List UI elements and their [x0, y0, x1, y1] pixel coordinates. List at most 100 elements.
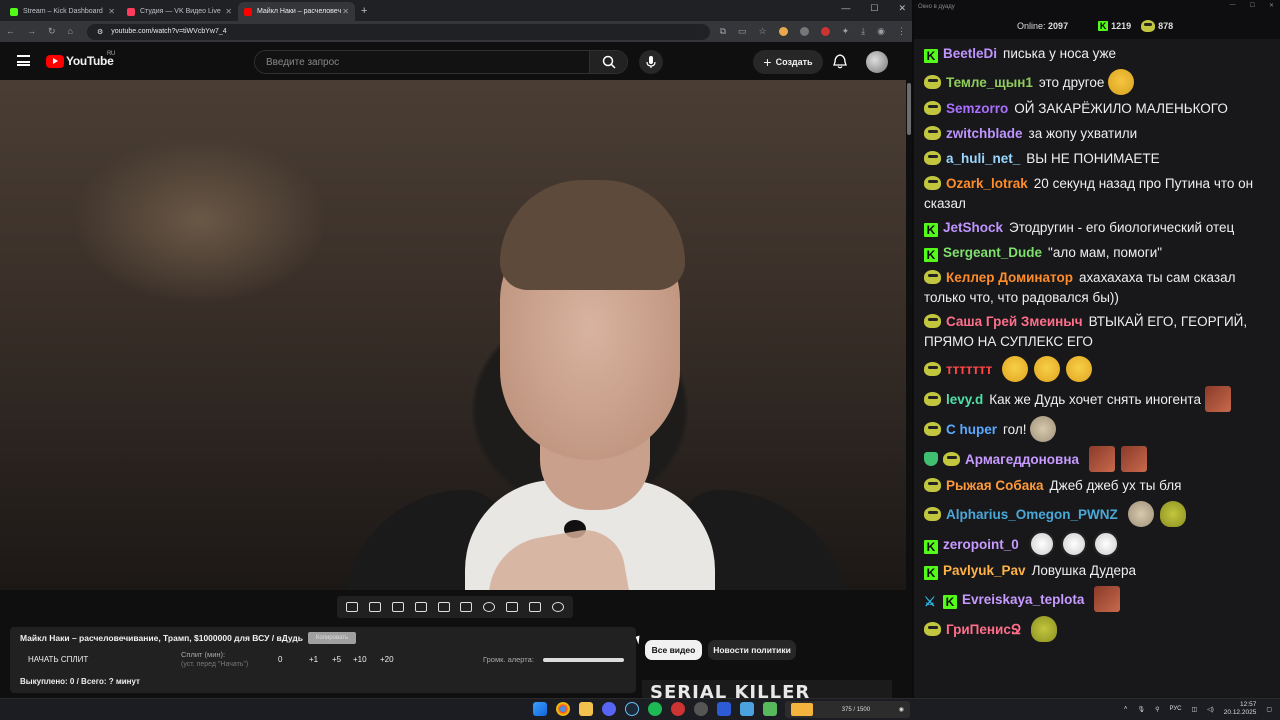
pip-icon[interactable] [437, 602, 450, 612]
extension-icon[interactable] [820, 27, 830, 36]
profile-icon[interactable]: ◉ [877, 26, 885, 37]
menu-icon[interactable]: ⋮ [897, 26, 906, 37]
extensions-icon[interactable]: ✦ [842, 26, 850, 37]
audio-icon[interactable] [369, 602, 382, 612]
camera-icon[interactable] [528, 602, 541, 612]
chip-politics-news[interactable]: Новости политики [708, 640, 796, 660]
minimize-icon[interactable]: — [1230, 2, 1236, 9]
volume-icon[interactable]: ◁) [1207, 706, 1214, 713]
chat-username[interactable]: Evreiskaya_teplota [962, 592, 1084, 607]
chat-username[interactable]: Ozark_lotrak [946, 176, 1028, 191]
new-tab-button[interactable]: + [361, 5, 367, 17]
chat-username[interactable]: JetShock [943, 220, 1003, 235]
network-icon[interactable]: ◫ [1191, 706, 1197, 713]
chrome-icon[interactable] [556, 702, 570, 716]
recommended-thumbnail[interactable]: SERIAL KILLER [642, 680, 892, 698]
start-split-button[interactable]: НАЧАТЬ СПЛИТ [28, 655, 88, 664]
maximize-icon[interactable]: ☐ [870, 3, 878, 14]
alert-volume-slider[interactable] [543, 658, 624, 662]
windows-start-icon[interactable] [533, 702, 547, 716]
voice-search-button[interactable] [639, 50, 663, 74]
search-input[interactable]: Введите запрос [255, 51, 589, 73]
chat-username[interactable]: Semzorro [946, 101, 1008, 116]
chat-username[interactable]: ттттттт [946, 362, 992, 377]
back-icon[interactable]: ← [6, 26, 15, 37]
close-icon[interactable]: ✕ [225, 7, 232, 16]
close-window-icon[interactable]: ✕ [898, 3, 906, 14]
clock[interactable]: 12:57 20.12.2025 [1224, 701, 1257, 717]
chip-all-videos[interactable]: Все видео [645, 640, 702, 660]
notifications-bell-icon[interactable] [833, 54, 847, 69]
avatar[interactable] [866, 51, 888, 73]
tab-kick[interactable]: Stream – Kick Dashboard ✕ [4, 2, 121, 21]
discord-icon[interactable] [602, 702, 616, 716]
chat-username[interactable]: Pavlyuk_Pav [943, 563, 1026, 578]
maximize-icon[interactable]: ☐ [1250, 2, 1255, 9]
add-5-button[interactable]: +5 [332, 655, 341, 664]
chat-username[interactable]: Alpharius_Omegon_PWNZ [946, 507, 1118, 522]
notification-icon[interactable]: ▢ [1266, 706, 1272, 713]
now-playing-widget[interactable]: 375 / 1500 ◉ [785, 701, 910, 718]
chat-username[interactable]: Sergeant_Dude [943, 245, 1042, 260]
microphone-icon[interactable]: 🎙 [1137, 706, 1145, 713]
minimize-icon[interactable]: — [841, 3, 850, 14]
cast-icon[interactable]: ▭ [738, 26, 747, 37]
copy-button[interactable]: Копировать [308, 632, 356, 644]
star-icon[interactable]: ☆ [759, 26, 767, 37]
create-button[interactable]: + Создать [753, 50, 823, 74]
chat-username[interactable]: levy.d [946, 392, 983, 407]
player-icon[interactable] [717, 702, 731, 716]
frame-icon[interactable] [460, 602, 473, 612]
add-1-button[interactable]: +1 [309, 655, 318, 664]
chat-username[interactable]: C huper [946, 422, 997, 437]
chat-messages[interactable]: K BeetleDi писька у носа уже Темле_щын1 это … [916, 40, 1270, 692]
chat-username[interactable]: Келлер Доминатор [946, 270, 1073, 285]
chat-username[interactable]: zeropoint_0 [943, 537, 1019, 552]
hamburger-menu-icon[interactable] [17, 55, 30, 66]
chat-username[interactable]: Рыжая Собака [946, 478, 1044, 493]
add-icon[interactable] [505, 602, 518, 612]
reload-icon[interactable]: ↻ [48, 26, 56, 37]
video-player[interactable] [0, 80, 906, 590]
chevron-up-icon[interactable]: ˄ [1124, 706, 1128, 712]
scrollbar-thumb[interactable] [907, 83, 911, 135]
split-value[interactable]: 0 [278, 655, 282, 664]
chat-username[interactable]: BeetleDi [943, 46, 997, 61]
language-indicator[interactable]: РУС [1169, 706, 1181, 712]
close-window-icon[interactable]: ✕ [1269, 2, 1274, 9]
extension-icon[interactable] [799, 27, 809, 36]
app-icon[interactable] [740, 702, 754, 716]
translate-icon[interactable]: ⧉ [720, 26, 726, 37]
usb-icon[interactable]: ⚲ [1155, 706, 1159, 713]
chat-username[interactable]: Армагеддоновна [965, 452, 1079, 467]
app-icon[interactable] [671, 702, 685, 716]
chat-username[interactable]: Темле_щын1 [946, 75, 1033, 90]
home-icon[interactable]: ⌂ [68, 26, 73, 37]
clapper-icon[interactable] [414, 602, 427, 612]
eye-icon[interactable] [391, 602, 404, 612]
app-icon[interactable] [763, 702, 777, 716]
chat-username[interactable]: ГриПенисՋ [946, 622, 1021, 637]
search-button[interactable] [589, 51, 627, 73]
explorer-icon[interactable] [579, 702, 593, 716]
address-bar[interactable]: ⚙ youtube.com/watch?v=tiWVcbYw7_4 [86, 23, 710, 40]
extension-icon[interactable] [778, 27, 788, 36]
youtube-logo[interactable]: YouTube RU [46, 51, 115, 68]
chat-username[interactable]: zwitchblade [946, 126, 1023, 141]
forward-icon[interactable]: → [27, 26, 36, 37]
add-10-button[interactable]: +10 [353, 655, 367, 664]
settings-gear-icon[interactable] [551, 602, 564, 612]
chat-username[interactable]: Саша Грей Змеиныч [946, 314, 1083, 329]
spotify-icon[interactable] [648, 702, 662, 716]
add-20-button[interactable]: +20 [380, 655, 394, 664]
app-icon[interactable] [694, 702, 708, 716]
steam-icon[interactable] [625, 702, 639, 716]
close-icon[interactable]: ✕ [342, 7, 349, 16]
chat-username[interactable]: a_huli_net_ [946, 151, 1020, 166]
download-icon[interactable]: ⤓ [861, 26, 865, 37]
tab-vk[interactable]: Студия — VK Видео Live ✕ [121, 2, 238, 21]
tab-youtube[interactable]: Майкл Наки – расчеловеч ✕ [238, 2, 355, 21]
close-icon[interactable]: ✕ [108, 7, 115, 16]
site-info-icon[interactable]: ⚙ [97, 28, 103, 36]
loop-icon[interactable] [346, 602, 359, 612]
